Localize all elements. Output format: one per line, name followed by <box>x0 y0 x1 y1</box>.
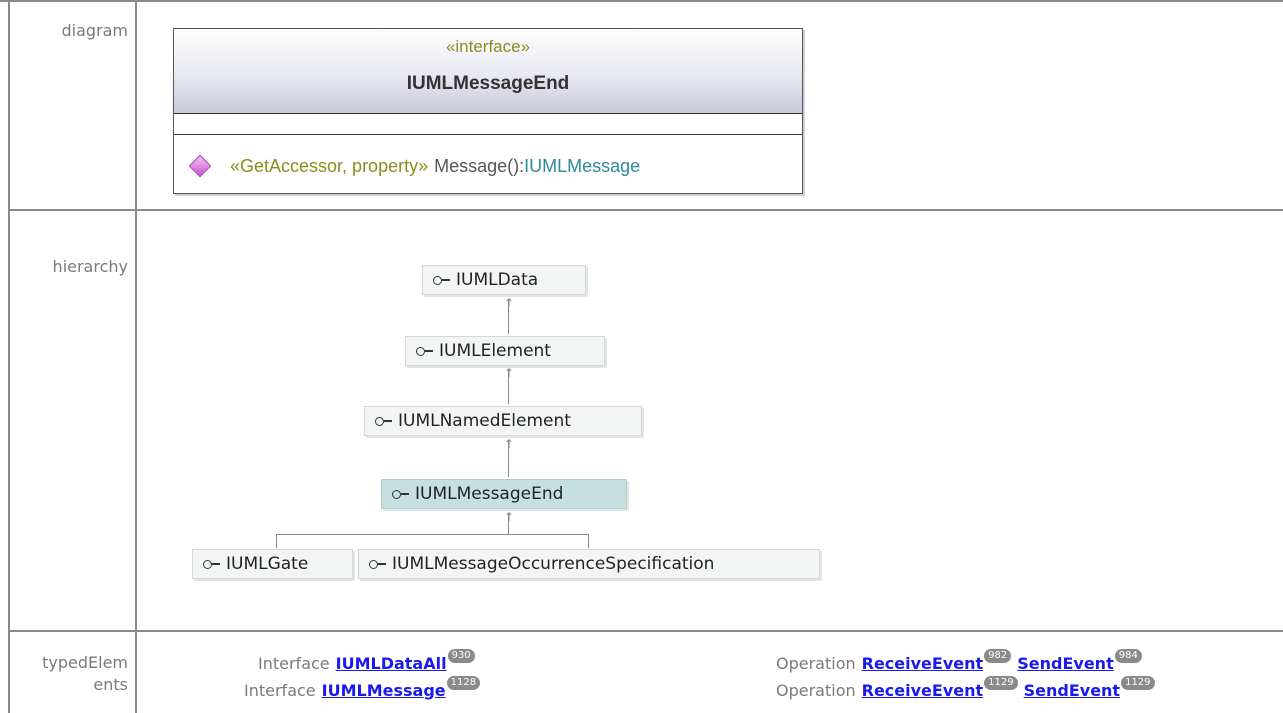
column-divider <box>135 0 137 713</box>
hierarchy-node-iumlmessageend[interactable]: IUMLMessageEnd <box>381 479 627 509</box>
node-label: IUMLMessageEnd <box>415 484 564 504</box>
element-kind: Interface <box>258 653 330 673</box>
diagram-row-label: diagram <box>61 21 128 40</box>
typed-element-right-1: Operation ReceiveEvent 982 SendEvent 984 <box>776 649 1142 674</box>
element-kind: Operation <box>776 653 856 673</box>
interface-lollipop-icon <box>369 559 386 569</box>
link-iumlmessage[interactable]: IUMLMessage <box>322 681 446 700</box>
link-sendevent[interactable]: SendEvent <box>1017 654 1113 673</box>
row-divider-2 <box>8 630 1283 632</box>
page-badge: 1129 <box>1121 676 1155 690</box>
interface-lollipop-icon <box>203 559 220 569</box>
hierarchy-row-label: hierarchy <box>52 257 128 276</box>
interface-lollipop-icon <box>375 416 392 426</box>
connector-children-bar <box>276 534 588 535</box>
link-sendevent[interactable]: SendEvent <box>1024 681 1120 700</box>
arrow-up-icon: ↑ <box>504 296 515 310</box>
documentation-table: diagram hierarchy typedElem ents «interf… <box>0 0 1283 713</box>
hierarchy-node-iumlnamedelement[interactable]: IUMLNamedElement <box>364 406 642 436</box>
table-left-border <box>8 0 10 713</box>
operation-name: Message(): <box>434 155 525 176</box>
node-label: IUMLGate <box>226 554 309 574</box>
page-badge: 984 <box>1114 649 1142 663</box>
hierarchy-node-iumlgate[interactable]: IUMLGate <box>192 549 353 579</box>
node-label: IUMLData <box>456 270 539 290</box>
typed-element-right-2: Operation ReceiveEvent 1129 SendEvent 11… <box>776 676 1155 701</box>
class-name: IUMLMessageEnd <box>406 73 570 94</box>
typed-elements-row-label: typedElem ents <box>42 653 128 694</box>
hierarchy-node-iumlmessageoccurrencespecification[interactable]: IUMLMessageOccurrenceSpecification <box>358 549 820 579</box>
operation-return-type[interactable]: IUMLMessage <box>524 156 640 177</box>
row-divider-1 <box>8 209 1283 211</box>
node-label: IUMLMessageOccurrenceSpecification <box>392 554 715 574</box>
link-receiveevent[interactable]: ReceiveEvent <box>862 681 984 700</box>
page-badge: 1129 <box>984 676 1018 690</box>
operation-diamond-icon <box>188 154 212 178</box>
node-label: IUMLNamedElement <box>398 411 571 431</box>
hierarchy-node-iumldata[interactable]: IUMLData <box>422 265 586 295</box>
link-receiveevent[interactable]: ReceiveEvent <box>862 654 984 673</box>
interface-lollipop-icon <box>433 275 450 285</box>
element-kind: Operation <box>776 680 856 700</box>
operation-row[interactable]: «GetAccessor, property» Message(): IUMLM… <box>186 151 640 181</box>
page-badge: 930 <box>447 649 475 663</box>
uml-interface-box[interactable]: «interface» IUMLMessageEnd «GetAccessor,… <box>173 28 803 194</box>
connector-occurrence-drop <box>588 534 589 548</box>
hierarchy-node-iumlelement[interactable]: IUMLElement <box>405 336 605 366</box>
operation-stereotype: «GetAccessor, property» <box>230 155 429 176</box>
arrow-up-icon: ↑ <box>504 366 515 380</box>
typed-element-left-2: Interface IUMLMessage 1128 <box>244 676 481 701</box>
table-top-border <box>0 0 1283 2</box>
class-header: «interface» IUMLMessageEnd <box>174 29 802 114</box>
link-iumldataall[interactable]: IUMLDataAll <box>336 654 447 673</box>
class-stereotype: «interface» <box>445 37 531 56</box>
element-kind: Interface <box>244 680 316 700</box>
interface-lollipop-icon <box>416 346 433 356</box>
page-badge: 982 <box>984 649 1012 663</box>
arrow-up-icon: ↑ <box>504 510 515 524</box>
connector-gate-drop <box>276 534 277 548</box>
interface-lollipop-icon <box>392 489 409 499</box>
arrow-up-icon: ↑ <box>504 437 515 451</box>
page-badge: 1128 <box>446 676 481 690</box>
typed-element-left-1: Interface IUMLDataAll 930 <box>258 649 475 674</box>
node-label: IUMLElement <box>439 341 551 361</box>
attribute-compartment <box>174 114 802 135</box>
